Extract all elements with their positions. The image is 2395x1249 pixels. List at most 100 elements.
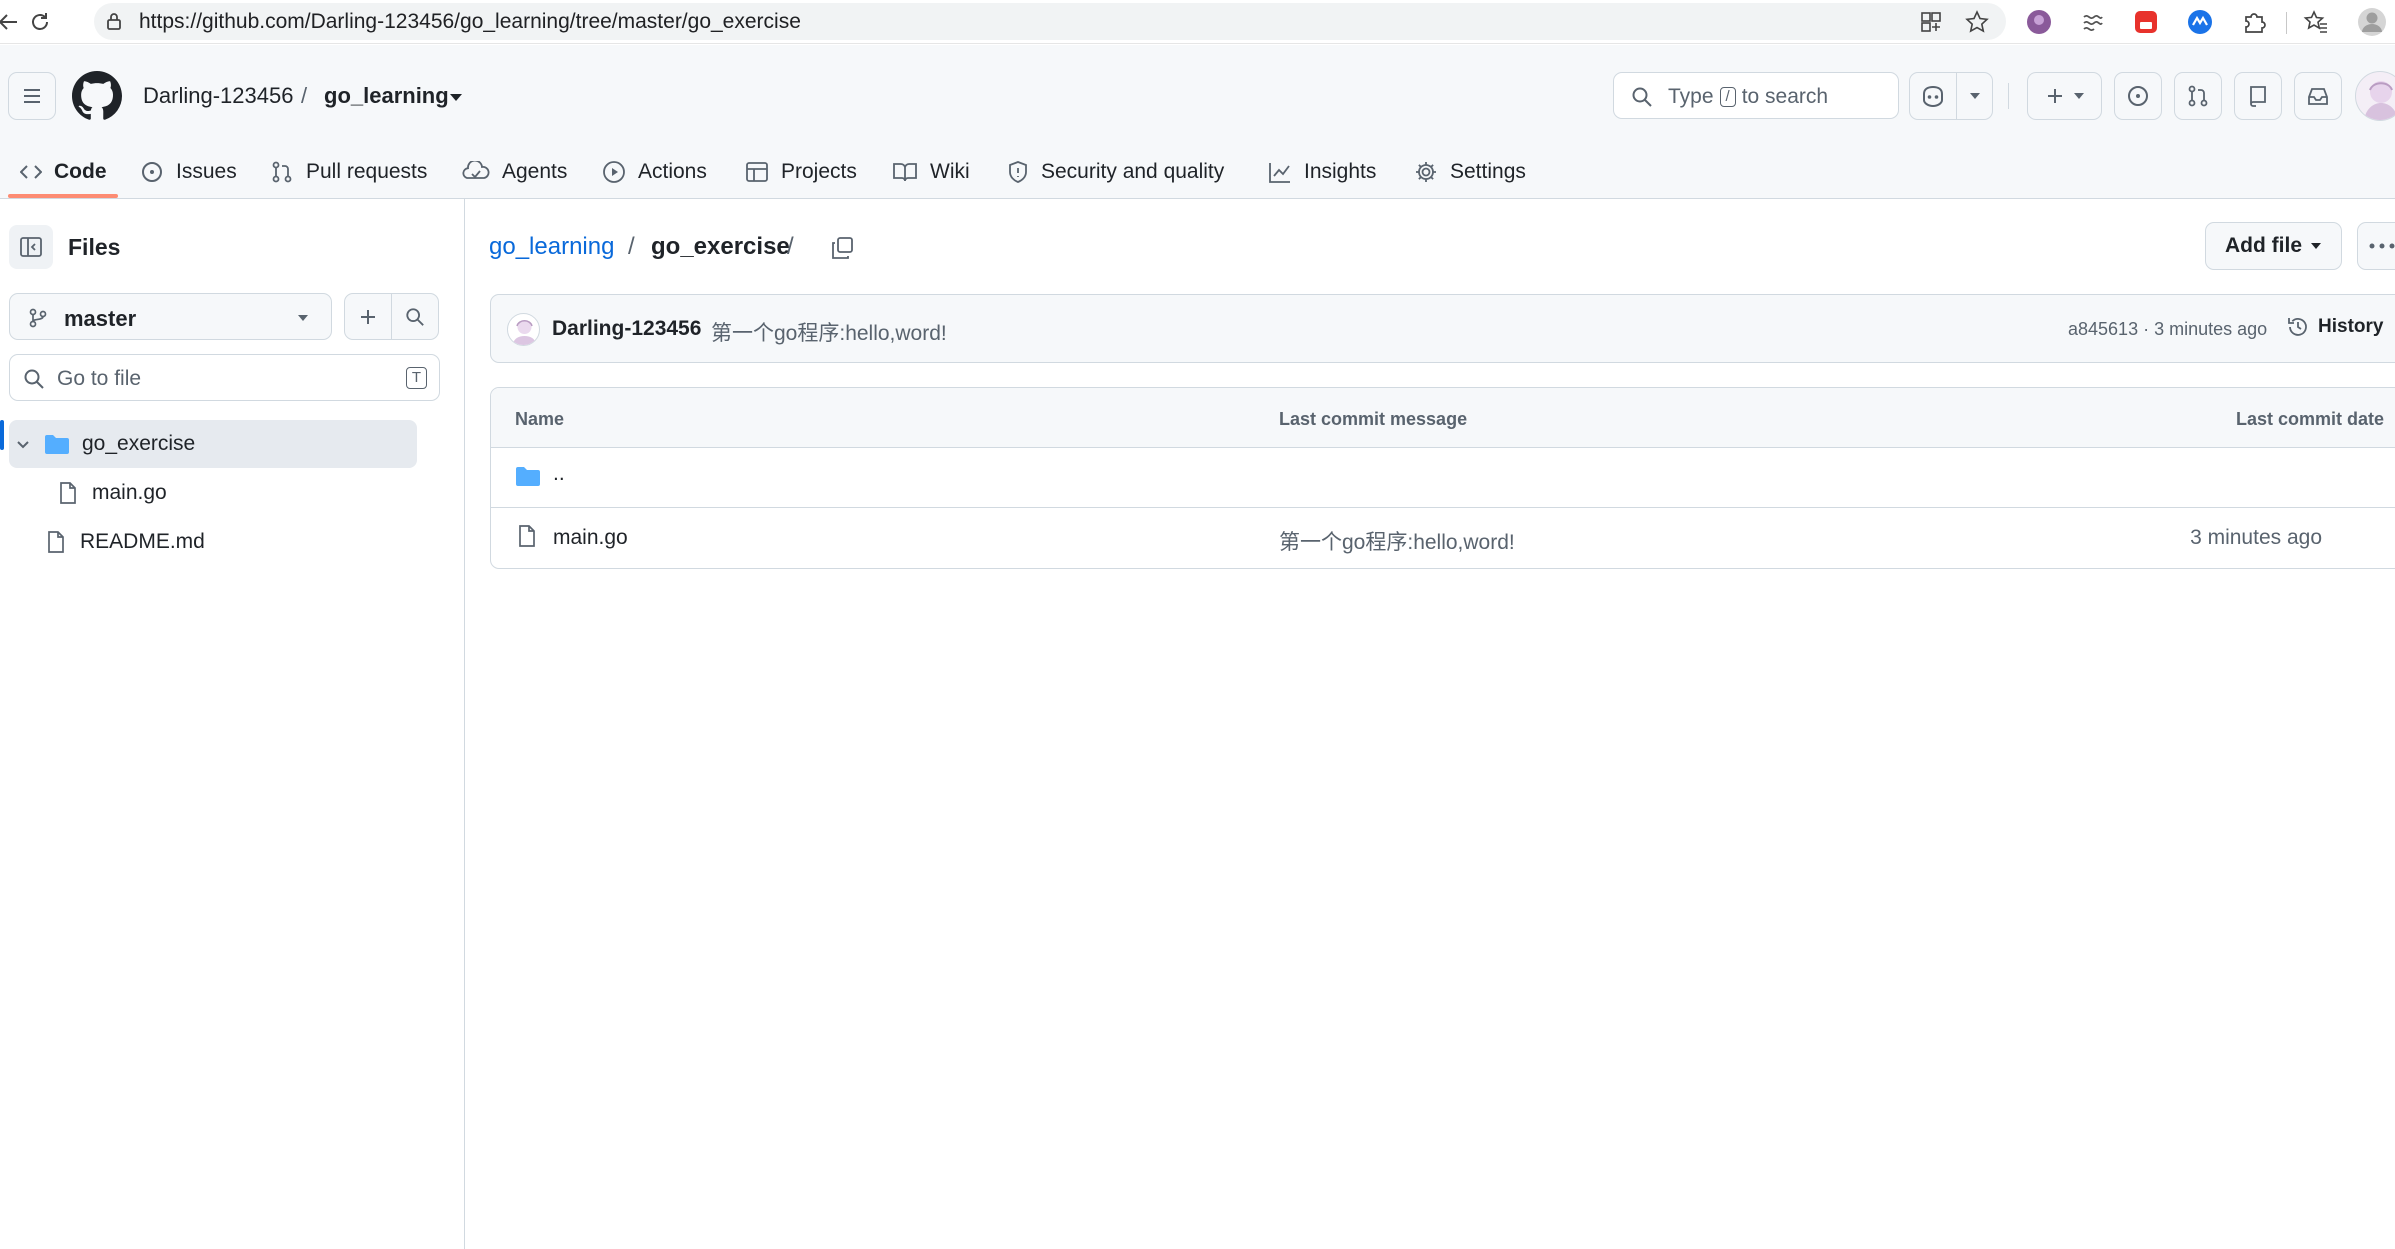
inbox-button[interactable] [2294,72,2342,120]
bookmark-star-icon[interactable] [1962,7,1992,37]
folder-icon [515,465,541,487]
copilot-icon [1923,85,1943,108]
pull-request-icon [272,161,292,182]
latest-commit-bar: Darling-123456 第一个go程序:hello,word! a8456… [490,294,2395,363]
app-grid-icon[interactable] [1916,7,1946,37]
search-suffix-text: to search [1741,85,1829,108]
commit-author-link[interactable]: Darling-123456 [552,317,701,341]
site-info-icon[interactable] [104,11,124,31]
branch-icon [29,308,47,328]
tree-item-main-go[interactable]: main.go [58,469,167,517]
tab-issues[interactable]: Issues [140,144,237,199]
tab-projects[interactable]: Projects [745,144,857,199]
tab-pull-requests-label: Pull requests [306,159,428,183]
file-icon [46,530,66,554]
table-icon [746,161,768,182]
extension-red-icon[interactable] [2130,6,2162,38]
issue-icon [142,161,162,182]
book-icon [893,162,917,181]
repo-icon [2250,86,2266,107]
extensions-puzzle-icon[interactable] [2238,6,2270,38]
repo-menu-caret-icon[interactable] [449,92,463,102]
tab-agents[interactable]: Agents [462,144,567,199]
github-logo-icon[interactable] [72,71,122,121]
table-row-main-go[interactable]: main.go 第一个go程序:hello,word! 3 minutes ag… [491,508,2395,568]
shield-icon [1009,160,1027,183]
extension-wave-icon[interactable] [2076,6,2108,38]
tab-issues-label: Issues [176,159,237,183]
column-date-header: Last commit date [2236,409,2385,429]
menu-button[interactable] [8,72,56,120]
more-options-button[interactable] [2357,222,2395,270]
file-commit-message-link[interactable]: 第一个go程序:hello,word! [1279,526,1515,556]
hamburger-icon [24,89,40,103]
branch-selector[interactable]: master [9,293,332,340]
breadcrumb-repo-link[interactable]: go_learning [489,233,614,261]
repositories-button[interactable] [2234,72,2282,120]
collapse-file-tree-button[interactable] [9,225,53,269]
agents-icon [462,160,490,179]
search-tree-button[interactable] [391,293,439,340]
plus-icon [361,309,375,324]
search-input[interactable]: Type / to search [1613,72,1899,119]
browser-toolbar: https://github.com/Darling-123456/go_lea… [0,0,2395,44]
history-button[interactable]: History [2286,315,2383,339]
tab-settings[interactable]: Settings [1414,144,1526,199]
column-message-header: Last commit message [1279,409,1468,429]
chevron-down-icon[interactable] [15,436,31,452]
commit-message-link[interactable]: 第一个go程序:hello,word! [711,317,947,347]
tree-item-go-exercise[interactable]: go_exercise [9,420,417,468]
toolbar-divider [2286,12,2287,34]
repo-owner-link[interactable]: Darling-123456 [143,83,293,109]
code-icon [20,164,42,179]
table-row-parent-dir[interactable]: .. [491,448,2395,508]
tree-item-readme[interactable]: README.md [46,518,205,566]
create-new-button[interactable] [2027,72,2102,120]
plus-icon [2047,89,2062,103]
copilot-button[interactable] [1909,72,1957,120]
copilot-menu-button[interactable] [1956,72,1993,120]
branch-name: master [64,306,137,331]
go-to-file-placeholder: Go to file [57,367,142,390]
go-to-file-input[interactable]: Go to file T [9,354,440,401]
chevron-down-icon [1969,93,1980,99]
kebab-horizontal-icon [2369,243,2395,249]
reload-icon[interactable] [24,6,56,38]
file-icon [517,524,537,548]
search-icon [23,368,45,390]
pull-request-icon [2188,85,2208,107]
gear-icon [1416,161,1436,182]
file-name-link[interactable]: main.go [553,526,628,550]
favorites-icon[interactable] [2300,6,2332,38]
tree-item-label: README.md [80,530,205,553]
tab-pull-requests[interactable]: Pull requests [270,144,427,199]
issues-button[interactable] [2114,72,2162,120]
tree-item-label: main.go [92,481,167,504]
commit-author-avatar[interactable] [507,313,540,346]
tab-insights[interactable]: Insights [1268,144,1376,199]
add-file-button[interactable]: Add file [2205,222,2342,270]
extension-blue-icon[interactable] [2184,6,2216,38]
profile-icon[interactable] [2356,6,2388,38]
search-shortcut-key: / [1719,87,1736,107]
tab-code[interactable]: Code [20,144,107,199]
repo-tabs: Code Issues Pull requests Agents Actions… [0,144,2395,199]
repo-name-link[interactable]: go_learning [324,83,449,109]
breadcrumb-current: go_exercise [651,233,790,260]
add-file-tree-button[interactable] [344,293,392,340]
github-header: Darling-123456 / go_learning Type / to s… [0,45,2395,199]
tab-actions[interactable]: Actions [602,144,707,199]
tab-wiki[interactable]: Wiki [892,144,970,199]
extension-avatar-icon[interactable] [2023,6,2055,38]
history-label: History [2318,316,2384,337]
tab-security[interactable]: Security and quality [1007,144,1224,199]
back-arrow-icon[interactable] [0,6,24,38]
chevron-down-icon [2073,93,2084,99]
address-bar[interactable]: https://github.com/Darling-123456/go_lea… [94,3,2006,40]
commit-sha-time[interactable]: a845613 · 3 minutes ago [2068,319,2267,340]
user-avatar[interactable] [2355,71,2395,121]
pull-requests-button[interactable] [2174,72,2222,120]
column-name-header: Name [515,409,565,429]
parent-dir-link[interactable]: .. [553,462,565,486]
copy-path-icon[interactable] [826,232,858,264]
